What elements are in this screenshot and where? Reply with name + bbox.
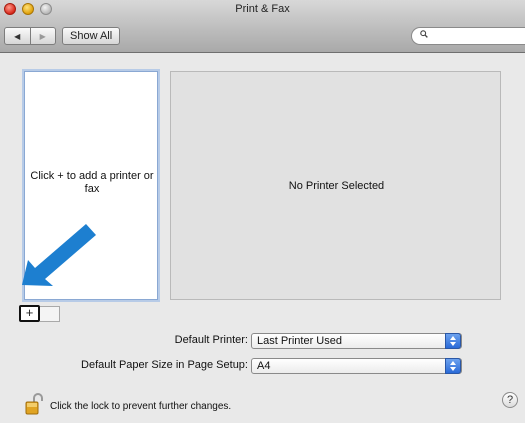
search-icon — [420, 30, 428, 38]
paper-size-label: Default Paper Size in Page Setup: — [81, 359, 248, 371]
remove-printer-button[interactable] — [40, 306, 60, 322]
printer-list-hint: Click + to add a printer or fax — [30, 170, 154, 195]
toolbar: Print & Fax ◀ ▶ Show All — [0, 0, 525, 53]
print-fax-window: Print & Fax ◀ ▶ Show All Click + to add … — [0, 0, 525, 423]
nav-segment: ◀ ▶ — [4, 27, 56, 47]
lock-message: Click the lock to prevent further change… — [50, 401, 232, 412]
chevron-updown-icon — [445, 333, 461, 349]
no-printer-message: No Printer Selected — [288, 180, 385, 192]
paper-size-value: A4 — [257, 360, 271, 372]
back-button[interactable]: ◀ — [4, 27, 31, 45]
chevron-updown-icon — [445, 358, 461, 374]
add-printer-button[interactable]: + — [19, 305, 40, 322]
default-printer-label: Default Printer: — [174, 334, 248, 346]
show-all-button[interactable]: Show All — [62, 27, 121, 45]
paper-size-select[interactable]: A4 — [251, 358, 462, 374]
default-printer-select[interactable]: Last Printer Used — [251, 333, 462, 349]
search-input[interactable] — [411, 27, 525, 45]
window-title: Print & Fax — [235, 3, 290, 15]
lock-icon[interactable] — [25, 393, 45, 415]
forward-button[interactable]: ▶ — [30, 27, 56, 45]
default-printer-value: Last Printer Used — [257, 335, 342, 347]
arrow-pointer-icon — [22, 224, 96, 286]
printer-detail-panel: No Printer Selected — [170, 71, 501, 300]
help-icon[interactable]: ? — [502, 392, 518, 408]
